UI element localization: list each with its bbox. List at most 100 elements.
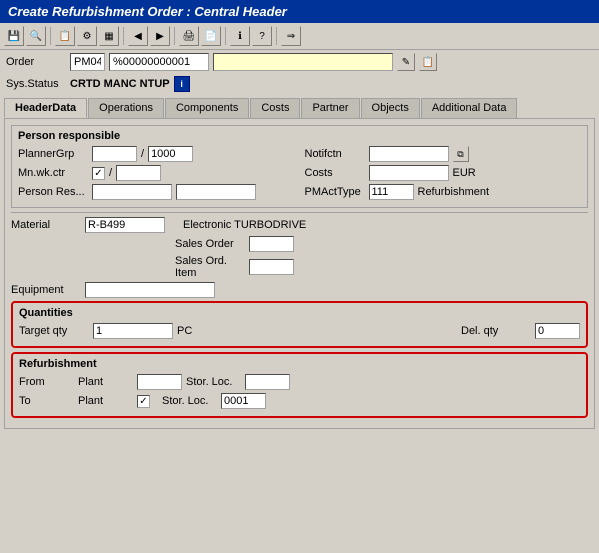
pmact-type-row: PMActType Refurbishment: [305, 184, 582, 200]
costs-input[interactable]: [369, 165, 449, 181]
tab-additional-data[interactable]: Additional Data: [421, 98, 518, 118]
tab-partner[interactable]: Partner: [301, 98, 359, 118]
order-type-input[interactable]: [70, 53, 105, 71]
toolbar-separator: [50, 27, 51, 45]
sales-ord-item-label: Sales Ord. Item: [175, 255, 245, 279]
from-plant-sublabel: Plant: [78, 376, 133, 388]
title-text: Create Refurbishment Order : Central Hea…: [8, 4, 287, 19]
title-bar: Create Refurbishment Order : Central Hea…: [0, 0, 599, 23]
document-icon[interactable]: 📋: [55, 26, 75, 46]
copy-toolbar-icon[interactable]: 📄: [201, 26, 221, 46]
person-responsible-section: Person responsible PlannerGrp / Mn.wk.ct…: [11, 125, 588, 208]
from-plant-input[interactable]: [137, 374, 182, 390]
quantities-title: Quantities: [19, 307, 580, 319]
order-description-input[interactable]: [213, 53, 393, 71]
mn-wk-ctr-row: Mn.wk.ctr ✓ /: [18, 165, 295, 181]
notifctn-label: Notifctn: [305, 148, 365, 160]
sales-ord-item-input[interactable]: [249, 259, 294, 275]
del-qty-input[interactable]: [535, 323, 580, 339]
print-icon[interactable]: 🖨: [179, 26, 199, 46]
notifctn-copy-icon[interactable]: ⧉: [453, 146, 469, 162]
pmact-type-label: PMActType: [305, 186, 365, 198]
arrow-icon[interactable]: ⇒: [281, 26, 301, 46]
mn-wk-ctr-checkbox[interactable]: ✓: [92, 167, 105, 180]
from-stor-loc-input[interactable]: [245, 374, 290, 390]
sales-ord-item-row: Sales Ord. Item: [11, 255, 588, 279]
sys-status-label: Sys.Status: [6, 78, 66, 90]
equipment-row: Equipment: [11, 282, 588, 298]
costs-label: Costs: [305, 167, 365, 179]
person-responsible-right: Notifctn ⧉ Costs EUR PMActType Refurbish…: [305, 146, 582, 203]
tab-header-data[interactable]: HeaderData: [4, 98, 87, 118]
sys-status-value: CRTD MANC NTUP: [70, 78, 170, 90]
toolbar-separator2: [123, 27, 124, 45]
status-row: Sys.Status CRTD MANC NTUP i: [0, 74, 599, 94]
person-responsible-title: Person responsible: [18, 130, 581, 142]
planner-grp-row: PlannerGrp /: [18, 146, 295, 162]
person-res-input2[interactable]: [176, 184, 256, 200]
settings-icon[interactable]: ⚙: [77, 26, 97, 46]
info-toolbar-icon[interactable]: ℹ: [230, 26, 250, 46]
equipment-label: Equipment: [11, 284, 81, 296]
order-number-input[interactable]: [109, 53, 209, 71]
target-qty-label: Target qty: [19, 325, 89, 337]
equipment-input[interactable]: [85, 282, 215, 298]
material-row: Material Electronic TURBODRIVE: [11, 217, 588, 233]
main-content: Person responsible PlannerGrp / Mn.wk.ct…: [4, 118, 595, 429]
status-info-icon[interactable]: i: [174, 76, 190, 92]
toolbar-separator4: [225, 27, 226, 45]
to-stor-loc-input[interactable]: [221, 393, 266, 409]
planner-grp-label: PlannerGrp: [18, 148, 88, 160]
tab-objects[interactable]: Objects: [361, 98, 420, 118]
toolbar-separator3: [174, 27, 175, 45]
from-stor-loc-label: Stor. Loc.: [186, 376, 241, 388]
target-qty-unit: PC: [177, 325, 192, 337]
save-icon[interactable]: 💾: [4, 26, 24, 46]
to-plant-checkbox[interactable]: ✓: [137, 395, 150, 408]
pmact-type-desc: Refurbishment: [418, 186, 490, 198]
target-qty-input[interactable]: [93, 323, 173, 339]
divider1: [11, 212, 588, 213]
toolbar: 💾 🔍 📋 ⚙ ▦ ◀ ▶ 🖨 📄 ℹ ? ⇒: [0, 23, 599, 50]
tab-operations[interactable]: Operations: [88, 98, 164, 118]
tab-costs[interactable]: Costs: [250, 98, 300, 118]
mn-wk-ctr-input[interactable]: [116, 165, 161, 181]
tab-components[interactable]: Components: [165, 98, 249, 118]
notifctn-input[interactable]: [369, 146, 449, 162]
person-responsible-columns: PlannerGrp / Mn.wk.ctr ✓ / Person Res...: [18, 146, 581, 203]
costs-row: Costs EUR: [305, 165, 582, 181]
quantities-row: Target qty PC Del. qty: [19, 323, 580, 339]
mn-wk-ctr-label: Mn.wk.ctr: [18, 167, 88, 179]
planner-grp-input[interactable]: [92, 146, 137, 162]
person-responsible-left: PlannerGrp / Mn.wk.ctr ✓ / Person Res...: [18, 146, 295, 203]
sales-order-label: Sales Order: [175, 238, 245, 250]
toolbar-separator5: [276, 27, 277, 45]
refurbishment-section: Refurbishment From Plant Stor. Loc. To P…: [11, 352, 588, 418]
help-icon[interactable]: ?: [252, 26, 272, 46]
mn-wk-slash: /: [109, 167, 112, 179]
to-plant-row: To Plant ✓ Stor. Loc.: [19, 393, 580, 409]
sales-order-row: Sales Order: [11, 236, 588, 252]
sales-order-input[interactable]: [249, 236, 294, 252]
notifctn-row: Notifctn ⧉: [305, 146, 582, 162]
material-label: Material: [11, 219, 81, 231]
forward-icon[interactable]: ▶: [150, 26, 170, 46]
person-res-label: Person Res...: [18, 186, 88, 198]
filter-icon[interactable]: ▦: [99, 26, 119, 46]
find-icon[interactable]: 🔍: [26, 26, 46, 46]
pmact-type-input[interactable]: [369, 184, 414, 200]
back-icon[interactable]: ◀: [128, 26, 148, 46]
order-label: Order: [6, 56, 66, 68]
material-description: Electronic TURBODRIVE: [183, 219, 306, 231]
person-res-input1[interactable]: [92, 184, 172, 200]
refurbishment-title: Refurbishment: [19, 358, 580, 370]
planner-slash: /: [141, 148, 144, 160]
to-plant-sublabel: Plant: [78, 395, 133, 407]
from-plant-row: From Plant Stor. Loc.: [19, 374, 580, 390]
order-edit-icon[interactable]: ✎: [397, 53, 415, 71]
to-plant-label: To: [19, 395, 74, 407]
material-input[interactable]: [85, 217, 165, 233]
order-detail-icon[interactable]: 📋: [419, 53, 437, 71]
quantities-section: Quantities Target qty PC Del. qty: [11, 301, 588, 348]
planner-grp-input2[interactable]: [148, 146, 193, 162]
